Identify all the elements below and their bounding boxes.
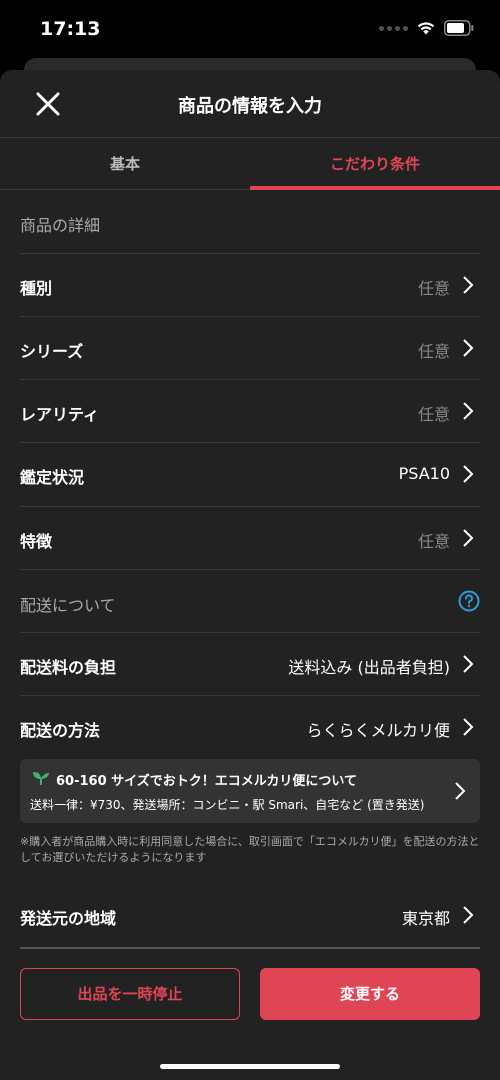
- sprout-icon: [33, 772, 49, 785]
- chevron-right-icon: [463, 339, 474, 357]
- row-series-value: 任意: [417, 342, 450, 361]
- row-features-label: 特徴: [20, 532, 53, 551]
- home-indicator: [160, 1064, 340, 1069]
- chevron-right-icon: [463, 655, 474, 673]
- tab-conditions[interactable]: こだわり条件: [250, 138, 500, 190]
- row-grading-label: 鑑定状況: [20, 468, 85, 487]
- section-details-label: 商品の詳細: [20, 216, 101, 235]
- status-icons: [379, 20, 474, 36]
- row-rarity[interactable]: レアリティ 任意: [20, 380, 480, 443]
- chevron-right-icon: [463, 529, 474, 547]
- row-type-label: 種別: [20, 279, 53, 298]
- chevron-right-icon: [463, 276, 474, 294]
- battery-icon: [444, 20, 474, 36]
- row-origin-region[interactable]: 発送元の地域 東京都: [20, 883, 480, 947]
- tab-bar: 基本 こだわり条件: [0, 138, 500, 190]
- chevron-right-icon: [463, 906, 474, 924]
- section-details-header: 商品の詳細: [20, 190, 480, 254]
- row-grading-value: PSA10: [398, 464, 450, 483]
- row-origin-region-value: 東京都: [401, 909, 450, 928]
- row-type[interactable]: 種別 任意: [20, 254, 480, 317]
- row-grading[interactable]: 鑑定状況 PSA10: [20, 443, 480, 507]
- sheet-header: 商品の情報を入力: [0, 70, 500, 138]
- row-features[interactable]: 特徴 任意: [20, 507, 480, 570]
- row-shipping-fee-label: 配送料の負担: [20, 658, 117, 677]
- row-shipping-fee-value: 送料込み (出品者負担): [288, 658, 450, 677]
- row-shipping-method-label: 配送の方法: [20, 721, 101, 740]
- eco-card-title: 60-160 サイズでおトク！エコメルカリ便について: [56, 774, 357, 789]
- status-time: 17:13: [40, 18, 101, 40]
- row-rarity-value: 任意: [417, 405, 450, 424]
- signal-icon: [379, 25, 408, 31]
- page-title: 商品の情報を入力: [178, 96, 322, 117]
- footer-divider: [20, 947, 480, 949]
- pause-listing-button[interactable]: 出品を一時停止: [20, 968, 240, 1020]
- row-shipping-method-value: らくらくメルカリ便: [306, 721, 450, 740]
- row-series-label: シリーズ: [20, 342, 84, 361]
- status-bar: 17:13: [0, 0, 500, 60]
- chevron-right-icon: [463, 465, 474, 483]
- row-origin-region-label: 発送元の地域: [20, 909, 117, 928]
- chevron-right-icon: [455, 782, 466, 800]
- tab-basic[interactable]: 基本: [0, 138, 250, 190]
- row-shipping-fee[interactable]: 配送料の負担 送料込み (出品者負担): [20, 633, 480, 696]
- eco-card-subtitle: 送料一律：¥730、発送場所：コンビニ・駅 Smari、自宅など (置き発送): [30, 798, 425, 812]
- listing-sheet: 商品の情報を入力 基本 こだわり条件 商品の詳細 種別 任意 シリーズ 任意 レ…: [0, 70, 500, 1080]
- chevron-right-icon: [463, 402, 474, 420]
- eco-mercari-info-card[interactable]: 60-160 サイズでおトク！エコメルカリ便について 送料一律：¥730、発送場…: [20, 759, 480, 823]
- chevron-right-icon: [463, 718, 474, 736]
- row-features-value: 任意: [417, 532, 450, 551]
- row-shipping-method[interactable]: 配送の方法 らくらくメルカリ便: [20, 696, 480, 759]
- row-rarity-label: レアリティ: [20, 405, 100, 424]
- section-shipping-header: 配送について: [20, 570, 480, 633]
- update-button[interactable]: 変更する: [260, 968, 480, 1020]
- eco-note: ※購入者が商品購入時に利用同意した場合に、取引画面で「エコメルカリ便」を配送の方…: [20, 835, 480, 864]
- section-shipping-label: 配送について: [20, 596, 116, 615]
- row-series[interactable]: シリーズ 任意: [20, 317, 480, 380]
- help-icon[interactable]: [458, 590, 480, 612]
- wifi-icon: [417, 22, 435, 35]
- row-type-value: 任意: [417, 279, 450, 298]
